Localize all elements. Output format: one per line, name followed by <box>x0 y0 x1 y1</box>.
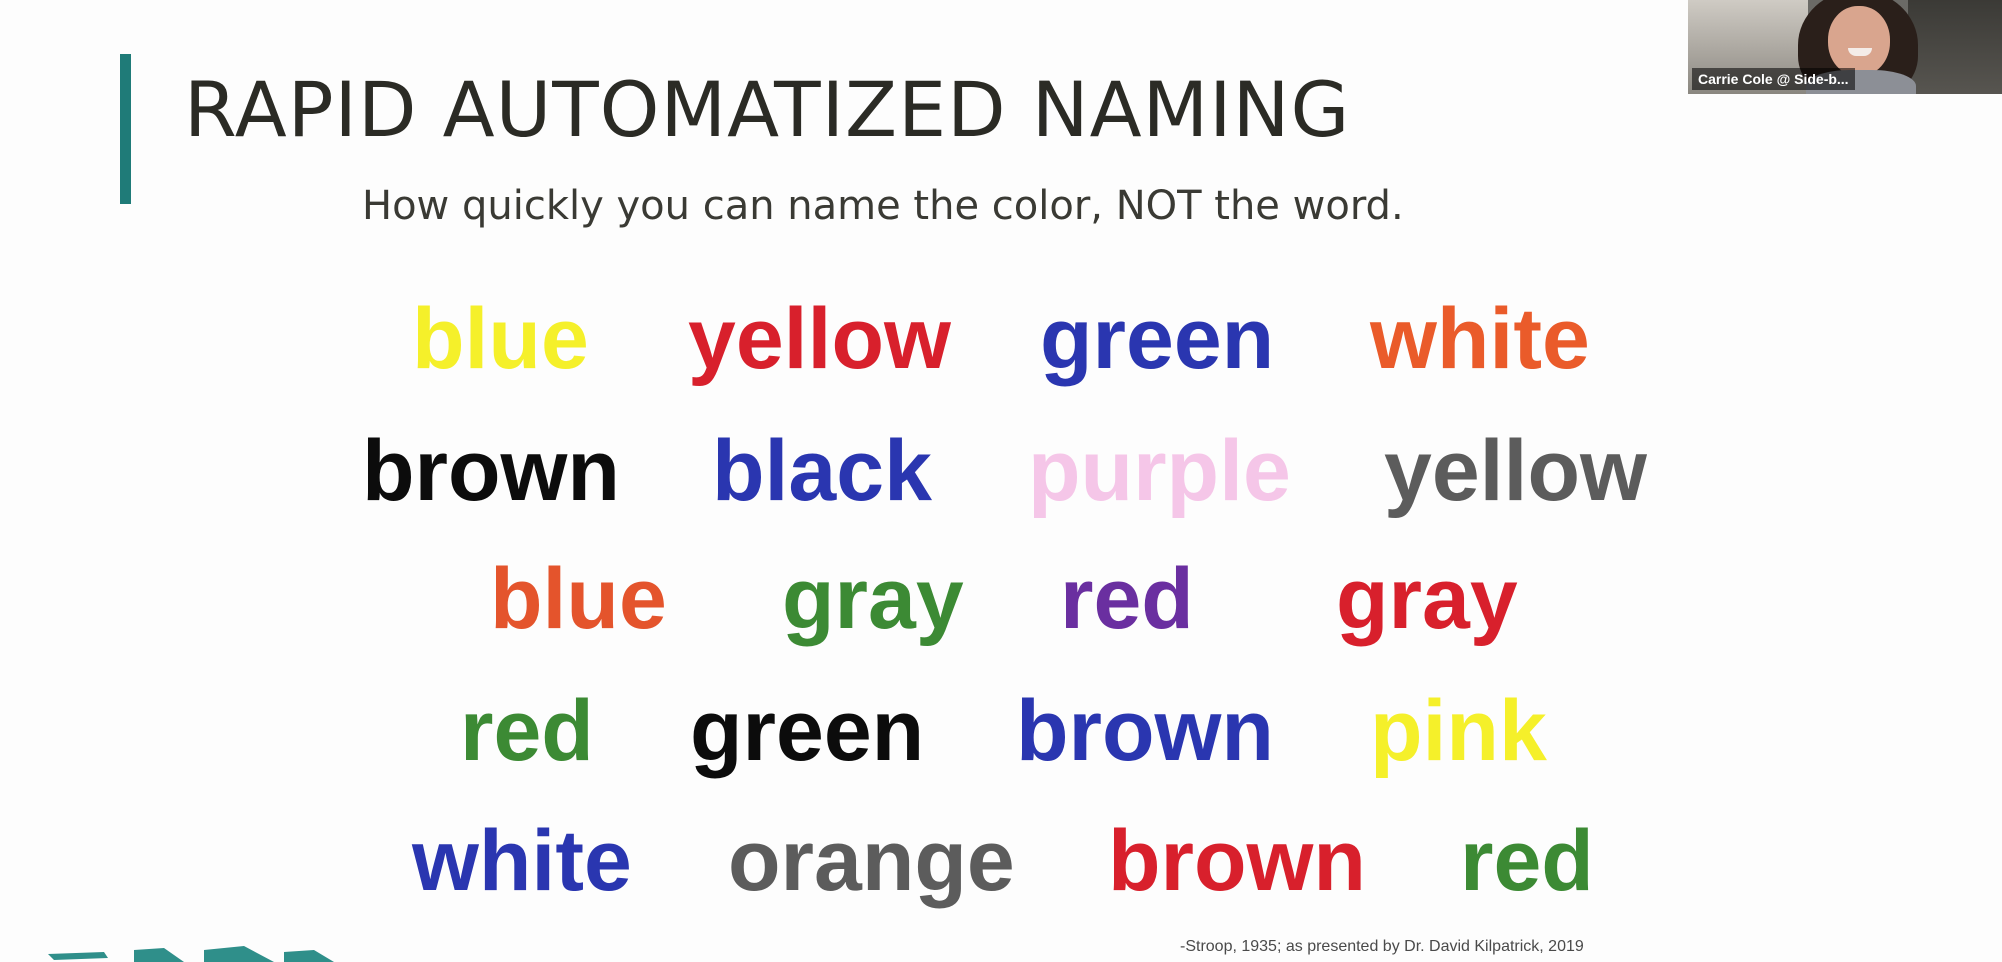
stroop-word: black <box>712 423 932 519</box>
participant-video-tile[interactable]: Carrie Cole @ Side-b... <box>1688 0 2002 94</box>
stroop-word: red <box>1060 551 1194 647</box>
participant-face <box>1828 6 1890 76</box>
stroop-word: purple <box>1028 423 1291 519</box>
stroop-word: brown <box>1016 683 1274 779</box>
stroop-word: green <box>690 683 925 779</box>
citation-text: -Stroop, 1935; as presented by Dr. David… <box>1180 938 1584 955</box>
stroop-word: yellow <box>1384 423 1647 519</box>
presentation-slide: RAPID AUTOMATIZED NAMING How quickly you… <box>0 0 2002 962</box>
video-background-chair <box>1908 0 2002 94</box>
stroop-word: brown <box>1108 813 1366 909</box>
stroop-word: green <box>1040 291 1275 387</box>
stroop-word: white <box>1370 291 1590 387</box>
stroop-word-grid: blue yellow green white brown black purple yell… <box>0 0 2002 962</box>
stroop-word: brown <box>362 423 620 519</box>
stroop-word: red <box>1460 813 1594 909</box>
stroop-word: red <box>460 683 594 779</box>
stroop-word: gray <box>1336 551 1518 647</box>
stroop-word: yellow <box>688 291 951 387</box>
logo-fragment <box>48 946 334 962</box>
stroop-word: blue <box>412 291 589 387</box>
stroop-word: orange <box>728 813 1015 909</box>
stroop-word: pink <box>1370 683 1547 779</box>
stroop-word: gray <box>782 551 964 647</box>
stroop-word: blue <box>490 551 667 647</box>
participant-name-label: Carrie Cole @ Side-b... <box>1692 68 1855 90</box>
stroop-word: white <box>412 813 632 909</box>
